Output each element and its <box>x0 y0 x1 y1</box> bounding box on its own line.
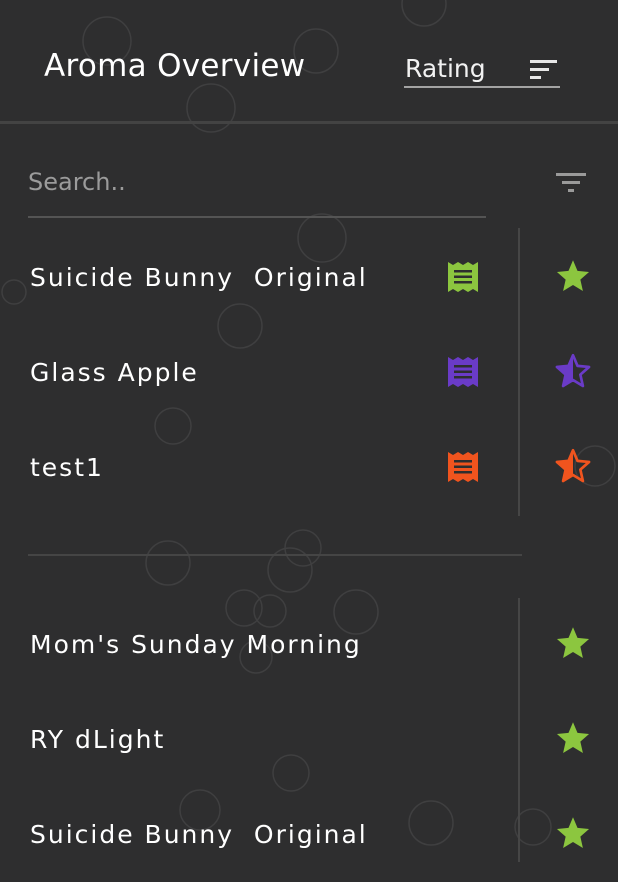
search-input[interactable] <box>28 160 468 204</box>
aroma-name: Glass Apple <box>30 358 199 387</box>
star-full-icon[interactable] <box>554 815 592 851</box>
note-icon[interactable] <box>446 450 480 484</box>
sort-label: Rating <box>405 54 486 83</box>
list-item[interactable]: RY dLight <box>0 692 618 787</box>
app-header: Aroma Overview Rating <box>0 0 618 122</box>
aroma-name: Suicide Bunny Original <box>30 820 368 849</box>
aroma-name: Suicide Bunny Original <box>30 263 368 292</box>
star-half-icon[interactable] <box>554 353 592 389</box>
filter-icon[interactable] <box>554 170 588 194</box>
star-full-icon[interactable] <box>554 720 592 756</box>
note-icon[interactable] <box>446 260 480 294</box>
list-item[interactable]: Suicide Bunny Original <box>0 230 618 325</box>
list-item[interactable]: Suicide Bunny Original <box>0 787 618 882</box>
star-half-icon[interactable] <box>554 448 592 484</box>
sort-dropdown[interactable]: Rating <box>404 52 560 88</box>
aroma-name: test1 <box>30 453 104 482</box>
sort-lines-icon[interactable] <box>528 58 558 80</box>
search-bar[interactable] <box>28 160 486 218</box>
aroma-name: Mom's Sunday Morning <box>30 630 362 659</box>
list-item[interactable]: test1 <box>0 420 618 515</box>
list-item[interactable]: Mom's Sunday Morning <box>0 597 618 692</box>
page-title: Aroma Overview <box>44 48 306 84</box>
group-divider <box>28 554 522 556</box>
header-divider <box>0 121 618 124</box>
star-full-icon[interactable] <box>554 258 592 294</box>
list-item[interactable]: Glass Apple <box>0 325 618 420</box>
star-full-icon[interactable] <box>554 625 592 661</box>
aroma-name: RY dLight <box>30 725 166 754</box>
note-icon[interactable] <box>446 355 480 389</box>
